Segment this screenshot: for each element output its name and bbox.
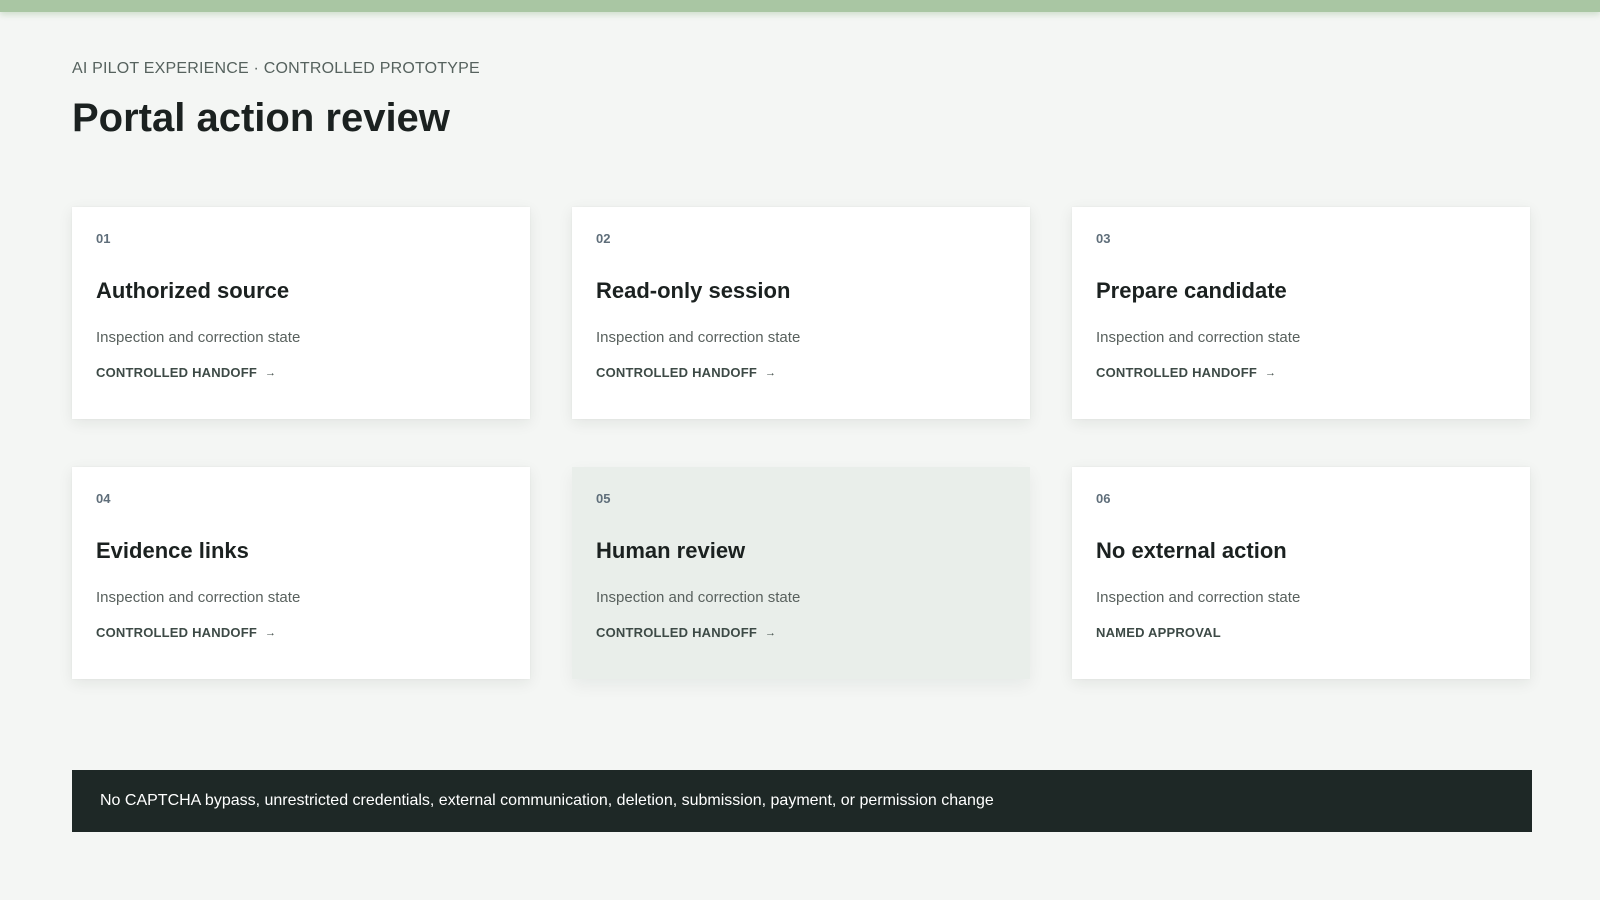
card-title: Prepare candidate — [1096, 278, 1287, 303]
card-description: Inspection and correction state — [596, 589, 801, 606]
card-description: Inspection and correction state — [96, 589, 301, 606]
page-eyebrow: AI PILOT EXPERIENCE · CONTROLLED PROTOTY… — [72, 60, 480, 77]
card-description: Inspection and correction state — [1096, 589, 1301, 606]
card-number: 06 — [1096, 491, 1111, 506]
card-title: No external action — [1096, 538, 1287, 563]
card-approval-link[interactable]: NAMED APPROVAL — [1096, 625, 1221, 641]
footer-notice-bar: No CAPTCHA bypass, unrestricted credenti… — [72, 770, 1532, 832]
card-title: Evidence links — [96, 538, 249, 563]
card-no-external-action[interactable]: 06 No external action Inspection and cor… — [1072, 467, 1530, 679]
arrow-right-icon: → — [1265, 367, 1277, 379]
card-number: 04 — [96, 491, 111, 506]
card-title: Human review — [596, 538, 746, 563]
card-title: Read-only session — [596, 278, 791, 303]
card-handoff-link[interactable]: CONTROLLED HANDOFF → — [596, 625, 776, 641]
card-link-label: CONTROLLED HANDOFF — [1096, 365, 1258, 380]
card-link-label: CONTROLLED HANDOFF — [596, 365, 758, 380]
card-description: Inspection and correction state — [596, 329, 801, 346]
card-evidence-links[interactable]: 04 Evidence links Inspection and correct… — [72, 467, 530, 679]
top-accent-bar — [0, 0, 1600, 12]
footer-notice-text: No CAPTCHA bypass, unrestricted credenti… — [100, 792, 994, 809]
card-link-label: CONTROLLED HANDOFF — [596, 625, 758, 640]
card-handoff-link[interactable]: CONTROLLED HANDOFF → — [96, 625, 276, 641]
card-title: Authorized source — [96, 278, 290, 303]
card-human-review[interactable]: 05 Human review Inspection and correctio… — [572, 467, 1030, 679]
card-description: Inspection and correction state — [1096, 329, 1301, 346]
page-title: Portal action review — [72, 96, 450, 140]
card-read-only-session[interactable]: 02 Read-only session Inspection and corr… — [572, 207, 1030, 419]
card-handoff-link[interactable]: CONTROLLED HANDOFF → — [96, 365, 276, 381]
arrow-right-icon: → — [265, 367, 277, 379]
arrow-right-icon: → — [765, 367, 777, 379]
card-link-label: NAMED APPROVAL — [1096, 625, 1221, 640]
card-description: Inspection and correction state — [96, 329, 301, 346]
card-link-label: CONTROLLED HANDOFF — [96, 625, 258, 640]
card-grid: 01 Authorized source Inspection and corr… — [72, 207, 1532, 679]
card-number: 02 — [596, 231, 611, 246]
card-number: 05 — [596, 491, 611, 506]
card-link-label: CONTROLLED HANDOFF — [96, 365, 258, 380]
card-handoff-link[interactable]: CONTROLLED HANDOFF → — [596, 365, 776, 381]
card-handoff-link[interactable]: CONTROLLED HANDOFF → — [1096, 365, 1276, 381]
arrow-right-icon: → — [265, 627, 277, 639]
arrow-right-icon: → — [765, 627, 777, 639]
card-prepare-candidate[interactable]: 03 Prepare candidate Inspection and corr… — [1072, 207, 1530, 419]
card-number: 03 — [1096, 231, 1111, 246]
card-number: 01 — [96, 231, 111, 246]
card-authorized-source[interactable]: 01 Authorized source Inspection and corr… — [72, 207, 530, 419]
